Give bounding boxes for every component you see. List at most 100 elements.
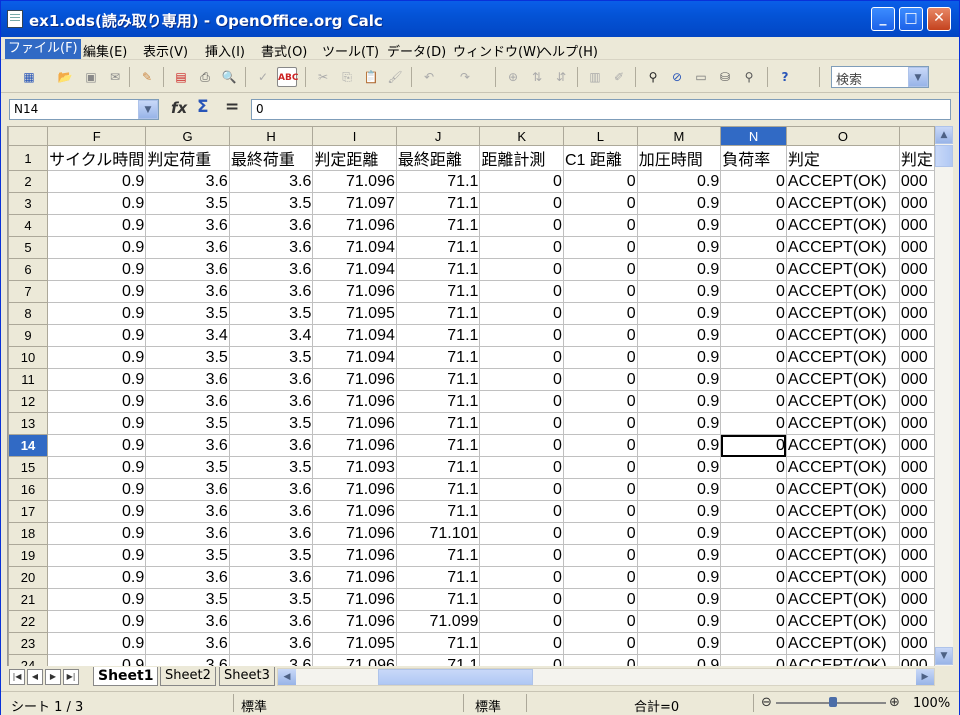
table-cell[interactable]: 0.9 <box>47 214 147 237</box>
row-header[interactable]: 18 <box>8 522 49 545</box>
autospellcheck-icon[interactable]: ABC <box>277 67 298 87</box>
table-cell[interactable]: 000 <box>898 566 935 589</box>
column-header[interactable]: M <box>636 126 722 146</box>
table-cell[interactable]: 0.9 <box>47 500 147 523</box>
paste-icon[interactable]: 📋 <box>361 67 381 87</box>
table-cell[interactable]: 0 <box>479 324 564 347</box>
table-cell[interactable]: 距離計測 <box>479 145 564 171</box>
table-cell[interactable]: 000 <box>898 654 935 666</box>
table-cell[interactable]: 3.6 <box>145 500 230 523</box>
menu-file[interactable]: ファイル(F) <box>5 39 81 59</box>
table-cell[interactable]: 3.6 <box>145 280 230 303</box>
table-cell[interactable]: 0 <box>562 566 638 589</box>
chevron-down-icon[interactable]: ▼ <box>908 67 928 87</box>
table-cell[interactable]: 3.5 <box>228 588 314 611</box>
table-cell[interactable]: 0.9 <box>47 434 147 457</box>
table-cell[interactable]: 71.096 <box>312 390 397 413</box>
print-preview-icon[interactable]: 🔍 <box>219 67 239 87</box>
table-cell[interactable]: ACCEPT(OK) <box>785 258 900 281</box>
table-cell[interactable]: 71.1 <box>395 478 481 501</box>
table-cell[interactable]: 0 <box>562 500 638 523</box>
scroll-up-icon[interactable]: ▲ <box>935 126 953 144</box>
table-cell[interactable]: 3.6 <box>228 434 314 457</box>
table-cell[interactable]: 0 <box>479 368 564 391</box>
table-cell[interactable]: 3.5 <box>228 456 314 479</box>
table-cell[interactable]: 71.096 <box>312 170 397 193</box>
table-cell[interactable]: 3.6 <box>228 522 314 545</box>
table-cell[interactable]: 0 <box>720 324 787 347</box>
table-cell[interactable]: 3.6 <box>145 478 230 501</box>
table-cell[interactable]: 71.095 <box>312 302 397 325</box>
table-cell[interactable]: 71.1 <box>395 236 481 259</box>
table-cell[interactable]: 0 <box>479 302 564 325</box>
table-cell[interactable]: 71.1 <box>395 632 481 655</box>
table-cell[interactable]: 3.5 <box>145 544 230 567</box>
table-cell[interactable]: 0.9 <box>636 258 722 281</box>
table-cell[interactable]: 0 <box>562 412 638 435</box>
table-cell[interactable]: 0.9 <box>636 280 722 303</box>
table-cell[interactable]: 3.6 <box>228 500 314 523</box>
table-cell[interactable]: 3.6 <box>145 214 230 237</box>
table-cell[interactable]: 0 <box>720 610 787 633</box>
row-header[interactable]: 4 <box>8 214 49 237</box>
table-cell[interactable]: 71.096 <box>312 500 397 523</box>
table-cell[interactable]: 0.9 <box>47 192 147 215</box>
sort-ascending-icon[interactable]: ⇅ <box>527 67 547 87</box>
column-header[interactable]: F <box>47 126 147 146</box>
table-cell[interactable]: ACCEPT(OK) <box>785 214 900 237</box>
table-cell[interactable]: 3.5 <box>145 456 230 479</box>
table-cell[interactable]: 0 <box>562 654 638 666</box>
table-cell[interactable]: 71.1 <box>395 654 481 666</box>
table-cell[interactable]: 0 <box>562 280 638 303</box>
table-cell[interactable]: 000 <box>898 390 935 413</box>
insert-mode[interactable]: 標準 <box>475 696 501 715</box>
chart-icon[interactable]: ▥ <box>585 67 605 87</box>
table-cell[interactable]: 0.9 <box>47 456 147 479</box>
close-button[interactable]: ✕ <box>927 7 951 31</box>
table-cell[interactable]: 0.9 <box>47 280 147 303</box>
table-cell[interactable]: 3.6 <box>145 610 230 633</box>
table-cell[interactable]: 3.5 <box>145 346 230 369</box>
data-sources-icon[interactable]: ⛁ <box>715 67 735 87</box>
tab-sheet1[interactable]: Sheet1 <box>93 667 159 686</box>
table-cell[interactable]: ACCEPT(OK) <box>785 500 900 523</box>
row-header[interactable]: 20 <box>8 566 49 589</box>
table-cell[interactable]: 0.9 <box>636 632 722 655</box>
table-cell[interactable]: 000 <box>898 500 935 523</box>
table-cell[interactable]: 0 <box>562 544 638 567</box>
navigator-icon[interactable]: ⊘ <box>667 67 687 87</box>
table-cell[interactable]: 0.9 <box>47 368 147 391</box>
menu-help[interactable]: ヘルプ(H) <box>539 41 598 60</box>
table-cell[interactable]: 71.1 <box>395 390 481 413</box>
table-cell[interactable]: 0 <box>562 478 638 501</box>
table-cell[interactable]: 3.6 <box>228 566 314 589</box>
table-cell[interactable]: 71.1 <box>395 412 481 435</box>
function-wizard-icon[interactable]: fx <box>171 99 187 117</box>
table-cell[interactable]: 71.094 <box>312 346 397 369</box>
first-sheet-icon[interactable]: |◀ <box>9 669 25 685</box>
table-cell[interactable]: 3.5 <box>145 412 230 435</box>
menu-view[interactable]: 表示(V) <box>143 41 188 60</box>
table-cell[interactable]: 71.1 <box>395 346 481 369</box>
table-cell[interactable]: 0.9 <box>636 566 722 589</box>
table-cell[interactable]: 3.6 <box>145 632 230 655</box>
row-header[interactable]: 24 <box>8 654 49 666</box>
table-cell[interactable]: 0 <box>562 192 638 215</box>
table-cell[interactable]: ACCEPT(OK) <box>785 434 900 457</box>
table-cell[interactable]: 000 <box>898 236 935 259</box>
table-cell[interactable]: 0.9 <box>636 170 722 193</box>
table-cell[interactable]: 3.5 <box>145 192 230 215</box>
table-cell[interactable]: ACCEPT(OK) <box>785 390 900 413</box>
table-cell[interactable]: 0.9 <box>636 236 722 259</box>
table-cell[interactable]: 0 <box>720 588 787 611</box>
table-cell[interactable]: 判定 <box>785 145 900 171</box>
function-icon[interactable]: = <box>225 97 239 117</box>
table-cell[interactable]: 0 <box>562 390 638 413</box>
table-cell[interactable]: 0.9 <box>47 610 147 633</box>
table-cell[interactable]: 71.1 <box>395 302 481 325</box>
table-cell[interactable]: 0 <box>479 654 564 666</box>
table-cell[interactable]: 000 <box>898 258 935 281</box>
table-cell[interactable]: 0 <box>720 632 787 655</box>
format-paintbrush-icon[interactable]: 🖌 <box>385 67 405 87</box>
zoom-icon[interactable]: ⚲ <box>739 67 759 87</box>
